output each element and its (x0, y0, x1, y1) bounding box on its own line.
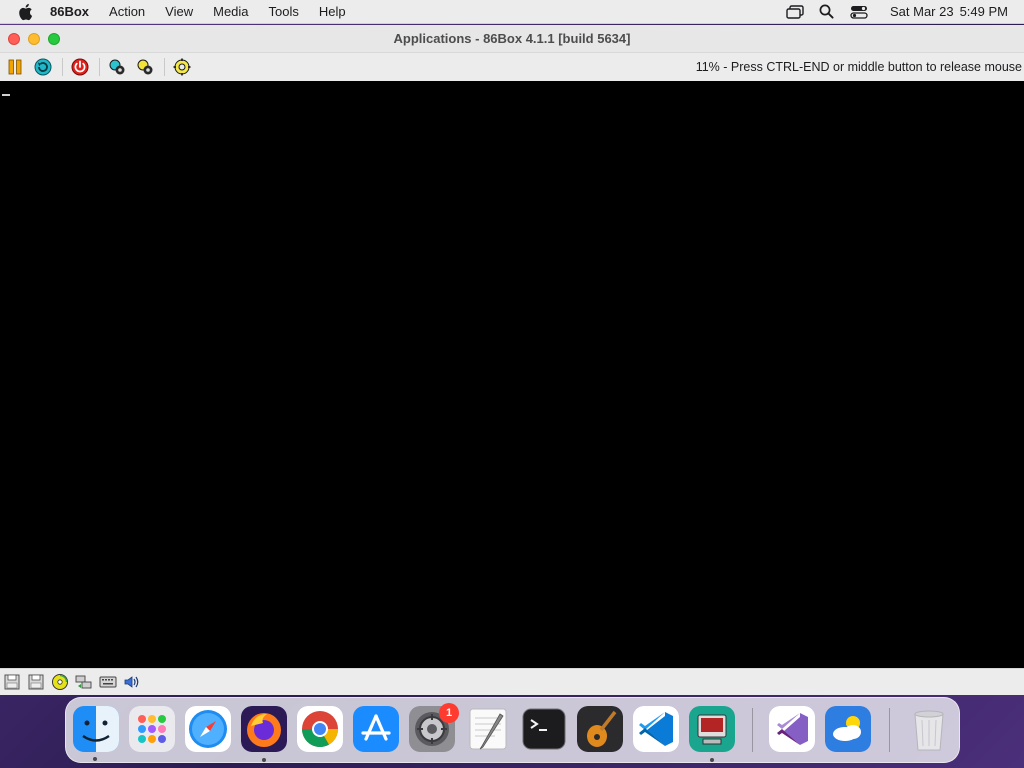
gear-icon (173, 58, 191, 76)
running-indicator (262, 758, 266, 762)
dock-finder-icon[interactable] (73, 706, 119, 752)
power-icon (71, 58, 89, 76)
toolbar-separator (62, 58, 63, 76)
clock-time: 5:49 PM (959, 4, 1008, 19)
dock-visual-studio-icon[interactable] (769, 706, 815, 752)
dock-86box-icon[interactable] (689, 706, 735, 752)
menu-media[interactable]: Media (203, 0, 258, 24)
toolbar-separator (164, 58, 165, 76)
status-bar (0, 668, 1024, 695)
ctrl-alt-del-button[interactable] (134, 56, 156, 78)
pause-icon (8, 59, 22, 75)
dock-chrome-icon[interactable] (297, 706, 343, 752)
screen-mirroring-icon[interactable] (784, 2, 806, 22)
menu-app-name[interactable]: 86Box (44, 0, 99, 24)
pause-button[interactable] (4, 56, 26, 78)
dock-separator (752, 708, 753, 752)
spotlight-search-icon[interactable] (816, 2, 838, 22)
dock-textedit-icon[interactable] (465, 706, 511, 752)
keyboard-icon[interactable] (98, 673, 118, 691)
dock-app-store-icon[interactable] (353, 706, 399, 752)
dock-vscode-icon[interactable] (633, 706, 679, 752)
floppy-drive-2-icon[interactable] (26, 673, 46, 691)
settings-alt-icon (137, 59, 153, 75)
emulator-window: Applications - 86Box 4.1.1 [build 5634] … (0, 25, 1024, 695)
cdrom-icon[interactable] (50, 673, 70, 691)
menu-action[interactable]: Action (99, 0, 155, 24)
menu-tools[interactable]: Tools (259, 0, 309, 24)
sound-icon[interactable] (122, 673, 142, 691)
floppy-drive-1-icon[interactable] (2, 673, 22, 691)
running-indicator (93, 757, 97, 761)
notification-badge: 1 (439, 703, 459, 723)
window-titlebar[interactable]: Applications - 86Box 4.1.1 [build 5634] (0, 25, 1024, 53)
reset-icon (34, 58, 52, 76)
power-button[interactable] (69, 56, 91, 78)
running-indicator (710, 758, 714, 762)
dock (65, 697, 960, 763)
control-center-icon[interactable] (848, 2, 870, 22)
text-cursor (2, 94, 10, 96)
settings-button[interactable] (171, 56, 193, 78)
menu-bar: 86Box Action View Media Tools Help Sat M… (0, 0, 1024, 24)
toolbar-separator (99, 58, 100, 76)
menu-view[interactable]: View (155, 0, 203, 24)
menu-clock[interactable]: Sat Mar 23 5:49 PM (884, 4, 1008, 19)
dock-separator (889, 708, 890, 752)
apple-logo-icon[interactable] (16, 3, 34, 21)
dock-weather-icon[interactable] (825, 706, 871, 752)
dock-firefox-icon[interactable] (241, 706, 287, 752)
clock-date: Sat Mar 23 (889, 4, 954, 19)
hard-reset-button[interactable] (106, 56, 128, 78)
mouse-capture-status: 11% - Press CTRL-END or middle button to… (695, 60, 1022, 74)
dock-launchpad-icon[interactable] (129, 706, 175, 752)
dock-safari-icon[interactable] (185, 706, 231, 752)
dock-trash-icon[interactable] (906, 706, 952, 752)
reset-button[interactable] (32, 56, 54, 78)
settings-icon (109, 59, 125, 75)
emulator-screen[interactable] (0, 81, 1024, 668)
dock-terminal-icon[interactable] (521, 706, 567, 752)
window-title: Applications - 86Box 4.1.1 [build 5634] (393, 31, 631, 46)
menu-help[interactable]: Help (309, 0, 356, 24)
dock-garageband-icon[interactable] (577, 706, 623, 752)
network-icon[interactable] (74, 673, 94, 691)
